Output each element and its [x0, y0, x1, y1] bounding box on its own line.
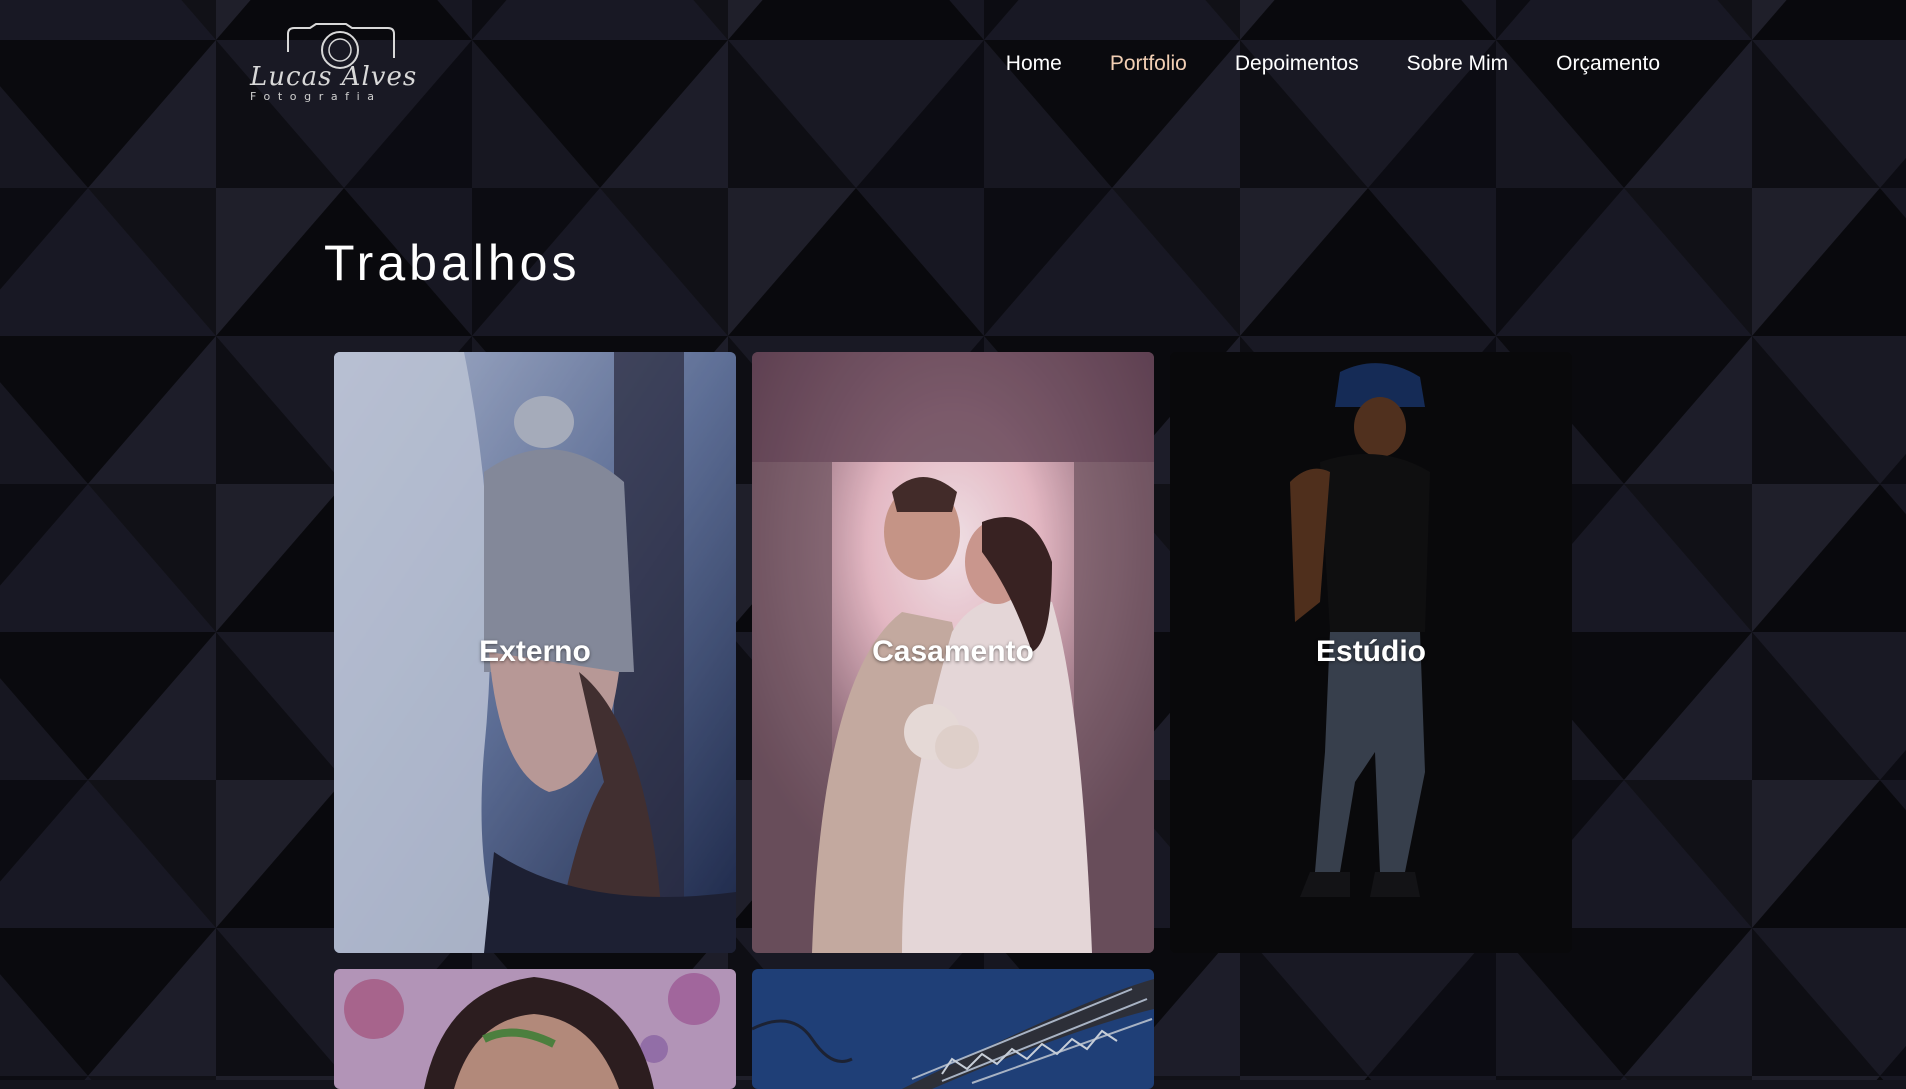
nav-sobre-mim[interactable]: Sobre Mim: [1407, 50, 1509, 78]
nav-portfolio[interactable]: Portfolio: [1110, 50, 1187, 78]
portfolio-card-externo[interactable]: Externo: [334, 352, 736, 953]
nav-depoimentos[interactable]: Depoimentos: [1235, 50, 1359, 78]
bridge-photo: [752, 969, 1154, 1089]
logo-subtitle: Fotografia: [250, 90, 382, 103]
card-label: Externo: [479, 635, 591, 668]
top-navigation: Lucas Alves Fotografia Home Portfolio De…: [0, 0, 1906, 130]
card-label: Estúdio: [1316, 635, 1426, 668]
nav-orcamento[interactable]: Orçamento: [1556, 50, 1660, 78]
card-label: Casamento: [872, 635, 1034, 668]
artistic-portrait-photo: [334, 969, 736, 1089]
main-menu: Home Portfolio Depoimentos Sobre Mim Orç…: [1006, 50, 1660, 78]
nav-home[interactable]: Home: [1006, 50, 1062, 78]
portfolio-card-casamento[interactable]: Casamento: [752, 352, 1154, 953]
brand-logo[interactable]: Lucas Alves Fotografia: [248, 22, 428, 106]
section-title: Trabalhos: [324, 235, 581, 291]
portfolio-card-4[interactable]: [334, 969, 736, 1089]
portfolio-card-estudio[interactable]: Estúdio: [1170, 352, 1572, 953]
portfolio-card-5[interactable]: [752, 969, 1154, 1089]
logo-script-text: Lucas Alves: [250, 62, 418, 92]
